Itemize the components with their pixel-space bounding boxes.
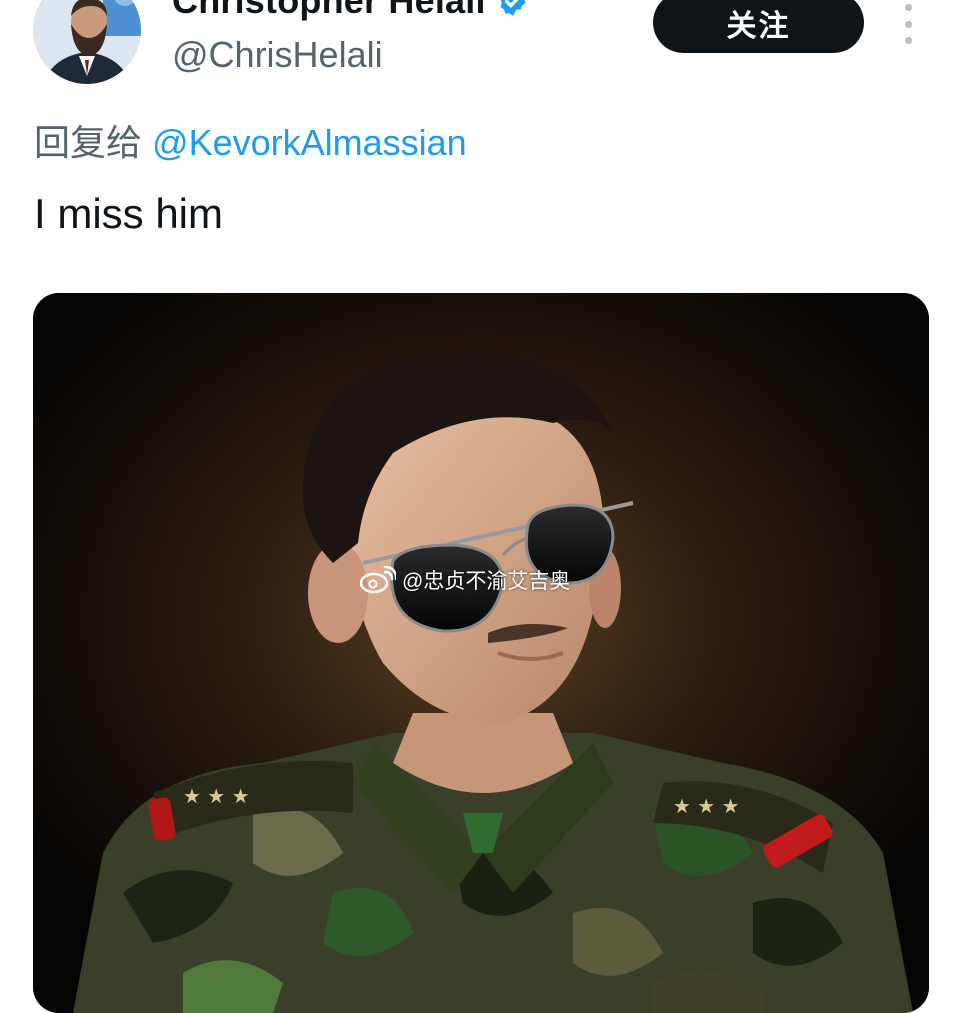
weibo-icon: [360, 566, 396, 594]
more-dot: [904, 20, 912, 28]
more-dot: [904, 4, 912, 11]
more-dot: [904, 37, 912, 44]
svg-text:★ ★ ★: ★ ★ ★: [183, 784, 250, 808]
more-vertical-icon[interactable]: [898, 4, 918, 44]
watermark-text: @忠贞不渝艾吉奥: [402, 570, 571, 593]
reply-context: 回复给 @KevorkAlmassian: [34, 114, 467, 166]
svg-text:★ ★ ★: ★ ★ ★: [673, 794, 740, 818]
author-avatar[interactable]: [33, 0, 141, 84]
reply-prefix: 回复给: [34, 122, 143, 163]
reply-mention-link[interactable]: @KevorkAlmassian: [152, 122, 467, 163]
avatar-image: [33, 0, 141, 84]
author-name[interactable]: Christopher Helali: [172, 0, 530, 22]
tweet-media-image[interactable]: ★ ★ ★ ★ ★ ★: [33, 293, 929, 1013]
author-name-text: Christopher Helali: [172, 0, 486, 21]
tweet-text: I miss him: [34, 190, 223, 237]
author-handle[interactable]: @ChrisHelali: [172, 34, 383, 76]
weibo-watermark: @忠贞不渝艾吉奥: [360, 565, 570, 595]
portrait-photo: ★ ★ ★ ★ ★ ★: [33, 293, 929, 1013]
follow-button[interactable]: 关注: [653, 0, 864, 53]
verified-badge-icon: [500, 0, 526, 16]
